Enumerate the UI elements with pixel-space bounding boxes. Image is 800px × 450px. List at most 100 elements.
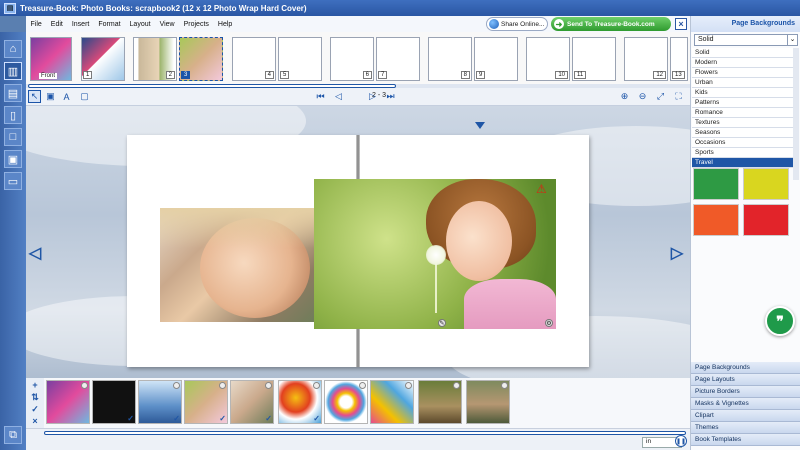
add-photos-icon[interactable]: + bbox=[30, 380, 40, 390]
category-item[interactable]: Occasions bbox=[692, 138, 793, 148]
single-page-icon[interactable]: ▯ bbox=[4, 106, 22, 124]
page-thumb-7[interactable]: 7 bbox=[376, 37, 420, 81]
delete-icon[interactable] bbox=[405, 382, 412, 389]
front-cover-thumb[interactable]: Front bbox=[30, 37, 72, 81]
zoom-in-icon[interactable]: ⊕ bbox=[618, 90, 631, 103]
page-thumb-8[interactable]: 8 bbox=[428, 37, 472, 81]
photo-thumb[interactable]: ✓ bbox=[184, 380, 228, 424]
category-item[interactable]: Flowers bbox=[692, 68, 793, 78]
menu-view[interactable]: View bbox=[155, 21, 179, 28]
check-photos-icon[interactable]: ✓ bbox=[30, 404, 40, 414]
photo-thumb[interactable]: ✓ bbox=[278, 380, 322, 424]
color-swatch[interactable] bbox=[743, 168, 789, 200]
menu-layout[interactable]: Layout bbox=[125, 21, 155, 28]
fit-view-icon[interactable]: ⤢ bbox=[654, 90, 667, 103]
category-item[interactable]: Sports bbox=[692, 148, 793, 158]
page-thumb-6[interactable]: 6 bbox=[330, 37, 374, 81]
add-photo-icon[interactable]: ▣ bbox=[44, 90, 57, 103]
background-type-select[interactable]: Solid ⌄ bbox=[694, 34, 798, 46]
menu-file[interactable]: File bbox=[26, 21, 46, 28]
photo-tray-scrollbar[interactable] bbox=[44, 431, 686, 435]
previous-page-icon[interactable]: ◁ bbox=[332, 90, 345, 103]
full-screen-icon[interactable]: ⛶ bbox=[672, 90, 685, 103]
photo-edit-icon[interactable]: ✎ bbox=[438, 319, 446, 327]
category-item[interactable]: Kids bbox=[692, 88, 793, 98]
category-item[interactable]: Textures bbox=[692, 118, 793, 128]
page-thumb-4[interactable]: 4 bbox=[232, 37, 276, 81]
page-stack-icon[interactable]: ▤ bbox=[4, 84, 22, 102]
photo-thumb[interactable] bbox=[324, 380, 368, 424]
remove-photos-icon[interactable]: × bbox=[30, 416, 40, 426]
photo-thumb[interactable] bbox=[46, 380, 90, 424]
add-text-icon[interactable]: A bbox=[60, 90, 73, 103]
photo-thumb[interactable] bbox=[370, 380, 414, 424]
photo-thumb[interactable]: ✓ bbox=[138, 380, 182, 424]
delete-icon[interactable] bbox=[173, 382, 180, 389]
page-outline-icon[interactable]: □ bbox=[4, 128, 22, 146]
section-themes[interactable]: Themes bbox=[691, 422, 800, 434]
section-clipart[interactable]: Clipart bbox=[691, 410, 800, 422]
page-thumb-1[interactable]: 1 bbox=[81, 37, 125, 81]
page-thumb-10[interactable]: 10 bbox=[526, 37, 570, 81]
category-item[interactable]: Patterns bbox=[692, 98, 793, 108]
blank-page-icon[interactable]: ▭ bbox=[4, 172, 22, 190]
section-page-backgrounds[interactable]: Page Backgrounds bbox=[691, 362, 800, 374]
page-thumb-11[interactable]: 11 bbox=[572, 37, 616, 81]
category-item[interactable]: Urban bbox=[692, 78, 793, 88]
category-item[interactable]: Solid bbox=[692, 48, 793, 58]
sort-photos-icon[interactable]: ⇅ bbox=[30, 392, 40, 402]
next-page-icon[interactable]: ▷ bbox=[366, 90, 379, 103]
zoom-out-icon[interactable]: ⊖ bbox=[636, 90, 649, 103]
section-masks-vignettes[interactable]: Masks & Vignettes bbox=[691, 398, 800, 410]
menu-format[interactable]: Format bbox=[94, 21, 125, 28]
book-spread[interactable]: ⚙ ⚠ ✎ ⚙ bbox=[127, 135, 589, 367]
picture-page-icon[interactable]: ▣ bbox=[4, 150, 22, 168]
page-thumb-12[interactable]: 12 bbox=[624, 37, 668, 81]
page-thumb-2[interactable]: 2 bbox=[133, 37, 177, 81]
delete-icon[interactable] bbox=[313, 382, 320, 389]
last-page-icon[interactable]: ⏭ bbox=[384, 90, 397, 103]
photo-thumb[interactable] bbox=[466, 380, 510, 424]
category-item[interactable]: Modern bbox=[692, 58, 793, 68]
photo-thumb[interactable]: ✓ bbox=[230, 380, 274, 424]
select-pointer-icon[interactable]: ↖ bbox=[28, 90, 41, 103]
section-page-layouts[interactable]: Page Layouts bbox=[691, 374, 800, 386]
home-icon[interactable]: ⌂ bbox=[4, 40, 22, 58]
menu-help[interactable]: Help bbox=[213, 21, 236, 28]
category-item[interactable]: Seasons bbox=[692, 128, 793, 138]
section-picture-borders[interactable]: Picture Borders bbox=[691, 386, 800, 398]
color-swatch[interactable] bbox=[693, 168, 739, 200]
page-thumb-13[interactable]: 13 bbox=[670, 37, 688, 81]
first-page-icon[interactable]: ⏮ bbox=[314, 90, 327, 103]
menu-projects[interactable]: Projects bbox=[179, 21, 213, 28]
add-frame-icon[interactable]: ▢ bbox=[78, 90, 91, 103]
delete-icon[interactable] bbox=[81, 382, 88, 389]
category-scrollbar[interactable] bbox=[793, 48, 799, 180]
category-item-selected[interactable]: Travel bbox=[692, 158, 793, 168]
delete-icon[interactable] bbox=[265, 382, 272, 389]
section-book-templates[interactable]: Book Templates bbox=[691, 434, 800, 446]
delete-icon[interactable] bbox=[453, 382, 460, 389]
photo-right-girl-dandelion[interactable]: ⚠ ✎ ⚙ bbox=[314, 179, 556, 329]
page-thumb-3[interactable]: 3 bbox=[179, 37, 223, 81]
share-online-button[interactable]: Share Online... bbox=[486, 17, 548, 31]
page-thumb-5[interactable]: 5 bbox=[278, 37, 322, 81]
menu-insert[interactable]: Insert bbox=[67, 21, 94, 28]
next-spread-arrow-icon[interactable]: ▷ bbox=[670, 244, 684, 262]
photo-options-icon[interactable]: ⚙ bbox=[545, 319, 553, 327]
low-resolution-warning-icon[interactable]: ⚠ bbox=[536, 183, 550, 195]
feedback-quote-button[interactable]: ❞ bbox=[765, 306, 795, 336]
send-to-treasure-book-button[interactable]: ➜ Send To Treasure-Book.com bbox=[551, 17, 671, 31]
delete-icon[interactable] bbox=[219, 382, 226, 389]
close-icon[interactable]: × bbox=[675, 18, 687, 30]
photo-thumb[interactable]: ✓ bbox=[92, 380, 136, 424]
category-item[interactable]: Romance bbox=[692, 108, 793, 118]
color-swatch[interactable] bbox=[743, 204, 789, 236]
photo-thumb[interactable] bbox=[418, 380, 462, 424]
color-swatch[interactable] bbox=[693, 204, 739, 236]
delete-icon[interactable] bbox=[501, 382, 508, 389]
previous-spread-arrow-icon[interactable]: ◁ bbox=[28, 244, 42, 262]
pause-icon[interactable]: ❚❚ bbox=[675, 435, 687, 447]
copy-pages-icon[interactable]: ⧉ bbox=[4, 426, 22, 444]
book-spread-icon[interactable]: ▥ bbox=[4, 62, 22, 80]
